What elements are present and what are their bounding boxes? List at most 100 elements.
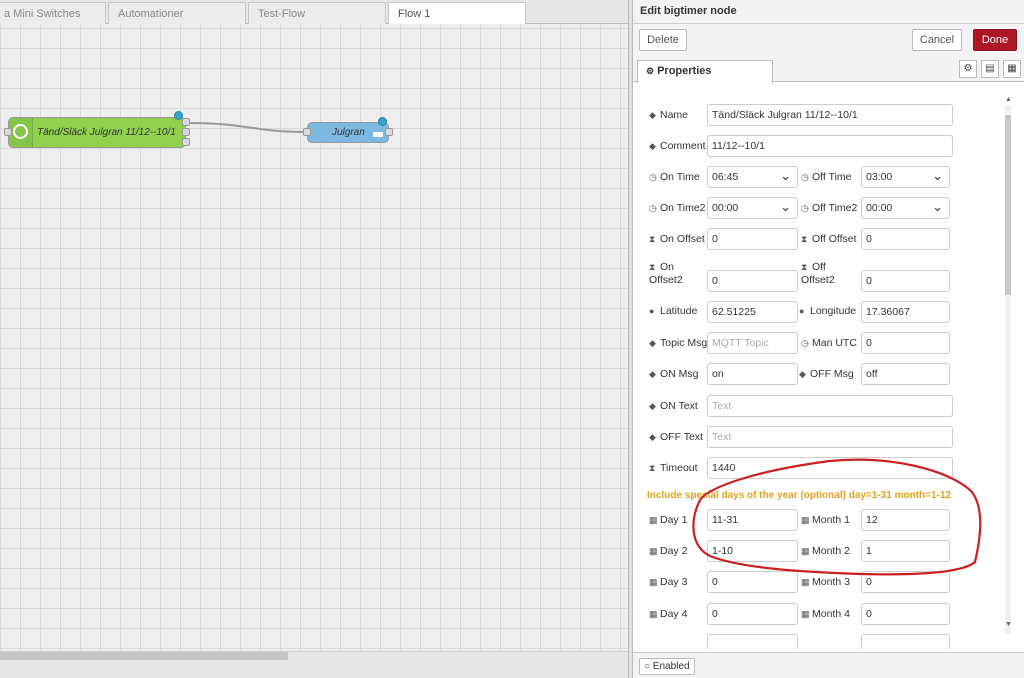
month2-label: ▦Month 2 bbox=[801, 545, 850, 558]
day3-label: ▦Day 3 bbox=[649, 576, 687, 589]
scrollbar-thumb[interactable] bbox=[0, 652, 288, 660]
node-changed-indicator bbox=[378, 117, 387, 126]
scrollbar-thumb[interactable] bbox=[1005, 115, 1011, 295]
off-offset2-input[interactable]: 0 bbox=[861, 270, 950, 292]
day5-input[interactable] bbox=[707, 634, 798, 649]
special-days-note: Include special days of the year (option… bbox=[647, 490, 951, 501]
clock-icon: ◷ bbox=[801, 202, 811, 215]
tab-label: Flow 1 bbox=[398, 8, 430, 20]
on-text-input[interactable]: Text bbox=[707, 395, 953, 417]
tab-test-flow[interactable]: Test-Flow bbox=[248, 2, 386, 24]
done-button[interactable]: Done bbox=[973, 29, 1017, 51]
topic-msg-input[interactable]: MQTT Topic bbox=[707, 332, 798, 354]
month4-label: ▦Month 4 bbox=[801, 608, 850, 621]
timer-icon bbox=[13, 124, 28, 139]
flow-workspace[interactable]: a Mini Switches Automationer Test-Flow F… bbox=[0, 0, 628, 678]
on-text-label: ◆ON Text bbox=[649, 400, 698, 413]
tag-icon: ◆ bbox=[649, 337, 659, 350]
gear-icon: ⚙ bbox=[964, 63, 973, 74]
month1-input[interactable]: 12 bbox=[861, 509, 950, 531]
julgran-node[interactable]: Julgran bbox=[307, 122, 389, 143]
man-utc-input[interactable]: 0 bbox=[861, 332, 950, 354]
month3-input[interactable]: 0 bbox=[861, 571, 950, 593]
tab-automationer[interactable]: Automationer bbox=[108, 2, 246, 24]
off-text-label: ◆OFF Text bbox=[649, 431, 703, 444]
calendar-icon: ▦ bbox=[801, 576, 811, 589]
horizontal-scrollbar[interactable] bbox=[0, 651, 628, 678]
properties-form: ◆Name Tänd/Släck Julgran 11/12--10/1 ◆Co… bbox=[633, 83, 1024, 649]
off-offset2-label: ⧗OffOffset2 bbox=[801, 261, 835, 287]
output-port[interactable] bbox=[385, 128, 393, 136]
on-offset2-input[interactable]: 0 bbox=[707, 270, 798, 292]
clock-icon: ◷ bbox=[649, 202, 659, 215]
canvas-grid[interactable]: Tänd/Släck Julgran 11/12--10/1 Julgran bbox=[0, 24, 628, 651]
month5-input[interactable] bbox=[861, 634, 950, 649]
tag-icon: ◆ bbox=[799, 368, 809, 381]
input-port[interactable] bbox=[303, 128, 311, 136]
scroll-up-arrow[interactable]: ▲ bbox=[1005, 96, 1011, 103]
output-port[interactable] bbox=[182, 128, 190, 136]
circle-icon: ○ bbox=[644, 661, 650, 672]
day2-input[interactable]: 1-10 bbox=[707, 540, 798, 562]
enabled-label: Enabled bbox=[653, 661, 690, 672]
month2-input[interactable]: 1 bbox=[861, 540, 950, 562]
description-button[interactable]: ▤ bbox=[981, 60, 999, 78]
edit-tray: Edit bigtimer node Delete Cancel Done ⚙P… bbox=[632, 0, 1024, 678]
off-offset-input[interactable]: 0 bbox=[861, 228, 950, 250]
on-offset-input[interactable]: 0 bbox=[707, 228, 798, 250]
appearance-button[interactable]: ▦ bbox=[1003, 60, 1021, 78]
document-icon: ▤ bbox=[985, 63, 994, 74]
output-port[interactable] bbox=[182, 138, 190, 146]
tab-label: Automationer bbox=[118, 8, 183, 20]
tray-toolbar: Delete Cancel Done bbox=[633, 24, 1024, 58]
scroll-down-arrow[interactable]: ▼ bbox=[1005, 621, 1011, 628]
tag-icon: ◆ bbox=[649, 109, 659, 122]
gear-icon: ⚙ bbox=[646, 66, 654, 76]
month4-input[interactable]: 0 bbox=[861, 603, 950, 625]
delete-button[interactable]: Delete bbox=[639, 29, 687, 51]
tag-icon: ◆ bbox=[649, 140, 659, 153]
off-time-label: ◷Off Time bbox=[801, 171, 851, 184]
day4-input[interactable]: 0 bbox=[707, 603, 798, 625]
calendar-icon: ▦ bbox=[649, 576, 659, 589]
timeout-input[interactable]: 1440 bbox=[707, 457, 953, 479]
output-port[interactable] bbox=[182, 118, 190, 126]
timeout-label: ⧗Timeout bbox=[649, 462, 698, 475]
day1-input[interactable]: 11-31 bbox=[707, 509, 798, 531]
on-msg-input[interactable]: on bbox=[707, 363, 798, 385]
off-msg-input[interactable]: off bbox=[861, 363, 950, 385]
latitude-input[interactable]: 62.51225 bbox=[707, 301, 798, 323]
vertical-scrollbar[interactable]: ▲ ▼ bbox=[1005, 105, 1011, 635]
hourglass-icon: ⧗ bbox=[801, 233, 811, 246]
on-time2-select[interactable]: 00:00 bbox=[707, 197, 798, 219]
off-text-input[interactable]: Text bbox=[707, 426, 953, 448]
enabled-toggle[interactable]: ○ Enabled bbox=[639, 658, 695, 675]
off-time2-label: ◷Off Time2 bbox=[801, 202, 857, 215]
on-time-label: ◷On Time bbox=[649, 171, 700, 184]
tray-header: Edit bigtimer node bbox=[633, 0, 1024, 24]
month1-label: ▦Month 1 bbox=[801, 514, 850, 527]
hourglass-icon: ⧗ bbox=[801, 261, 811, 274]
off-time2-select[interactable]: 00:00 bbox=[861, 197, 950, 219]
tab-properties[interactable]: ⚙Properties bbox=[637, 60, 773, 83]
tab-label: a Mini Switches bbox=[4, 8, 80, 20]
name-input[interactable]: Tänd/Släck Julgran 11/12--10/1 bbox=[707, 104, 953, 126]
on-offset-label: ⧗On Offset bbox=[649, 233, 705, 246]
tray-footer: ○ Enabled bbox=[633, 652, 1024, 678]
flow-tab-bar: a Mini Switches Automationer Test-Flow F… bbox=[0, 0, 628, 24]
hourglass-icon: ⧗ bbox=[649, 233, 659, 246]
day3-input[interactable]: 0 bbox=[707, 571, 798, 593]
input-port[interactable] bbox=[4, 128, 12, 136]
off-time-select[interactable]: 03:00 bbox=[861, 166, 950, 188]
bigtimer-node[interactable]: Tänd/Släck Julgran 11/12--10/1 bbox=[8, 117, 186, 148]
tab-label: Test-Flow bbox=[258, 8, 305, 20]
longitude-input[interactable]: 17.36067 bbox=[861, 301, 950, 323]
comment-input[interactable]: 11/12--10/1 bbox=[707, 135, 953, 157]
tab-label: Properties bbox=[657, 65, 711, 77]
settings-gear-button[interactable]: ⚙ bbox=[959, 60, 977, 78]
globe-icon: ● bbox=[649, 305, 659, 318]
tab-flow-1[interactable]: Flow 1 bbox=[388, 2, 526, 25]
on-time-select[interactable]: 06:45 bbox=[707, 166, 798, 188]
cancel-button[interactable]: Cancel bbox=[912, 29, 962, 51]
tab-mini-switches[interactable]: a Mini Switches bbox=[0, 2, 106, 24]
